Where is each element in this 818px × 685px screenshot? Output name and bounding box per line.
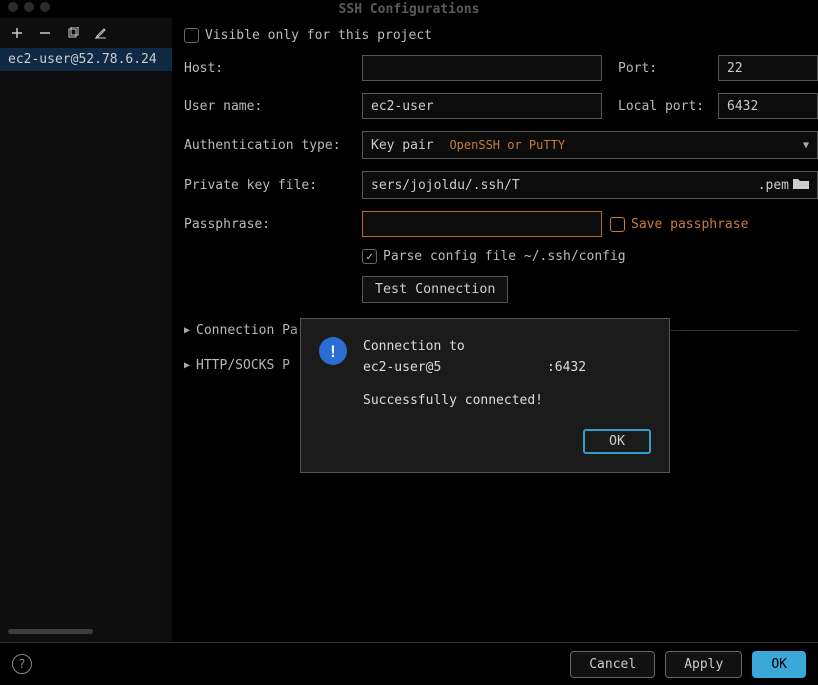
- help-icon[interactable]: ?: [12, 654, 32, 674]
- section-label: HTTP/SOCKS P: [196, 358, 290, 373]
- expand-icon: ▶: [184, 360, 190, 371]
- dialog-status: Successfully connected!: [363, 391, 586, 412]
- minimize-window-icon[interactable]: [24, 2, 34, 12]
- bottom-bar: ? Cancel Apply OK: [0, 643, 818, 685]
- private-key-label: Private key file:: [184, 178, 354, 193]
- passphrase-label: Passphrase:: [184, 217, 354, 232]
- visible-only-label: Visible only for this project: [205, 28, 432, 43]
- folder-icon[interactable]: [793, 177, 809, 193]
- port-input[interactable]: [718, 55, 818, 81]
- parse-config-checkbox[interactable]: [362, 249, 377, 264]
- edit-icon[interactable]: [94, 26, 108, 40]
- private-key-path: sers/jojoldu/.ssh/T: [371, 178, 754, 193]
- maximize-window-icon[interactable]: [40, 2, 50, 12]
- apply-button[interactable]: Apply: [665, 651, 742, 678]
- window-controls[interactable]: [8, 2, 50, 12]
- dialog-port: :6432: [547, 360, 586, 375]
- visible-only-checkbox[interactable]: [184, 28, 199, 43]
- remove-icon[interactable]: [38, 26, 52, 40]
- sidebar-item-label: ec2-user@52.78.6.24: [8, 52, 157, 67]
- auth-type-select[interactable]: Key pair OpenSSH or PuTTY ▼: [362, 131, 818, 159]
- sidebar: ec2-user@52.78.6.24: [0, 18, 172, 642]
- port-label: Port:: [610, 61, 710, 76]
- dialog-ok-button[interactable]: OK: [583, 429, 651, 454]
- info-icon: !: [319, 337, 347, 365]
- username-input[interactable]: [362, 93, 602, 119]
- title-bar: SSH Configurations: [0, 0, 818, 18]
- private-key-field[interactable]: sers/jojoldu/.ssh/T .pem: [362, 171, 818, 199]
- host-input[interactable]: [362, 55, 602, 81]
- save-passphrase-checkbox[interactable]: [610, 217, 625, 232]
- test-connection-button[interactable]: Test Connection: [362, 276, 508, 303]
- passphrase-input[interactable]: [362, 211, 602, 237]
- local-port-input[interactable]: [718, 93, 818, 119]
- parse-config-label: Parse config file ~/.ssh/config: [383, 249, 626, 264]
- scrollbar[interactable]: [8, 629, 93, 634]
- auth-type-hint: OpenSSH or PuTTY: [449, 138, 565, 152]
- ok-button[interactable]: OK: [752, 651, 806, 678]
- private-key-ext: .pem: [758, 178, 789, 193]
- auth-type-value: Key pair: [371, 138, 434, 153]
- dialog-line1: Connection to: [363, 337, 586, 358]
- window-title: SSH Configurations: [339, 2, 480, 17]
- connection-result-dialog: ! Connection to ec2-user@5 :6432 Success…: [300, 318, 670, 473]
- host-label: Host:: [184, 61, 354, 76]
- expand-icon: ▶: [184, 325, 190, 336]
- auth-type-label: Authentication type:: [184, 138, 354, 153]
- local-port-label: Local port:: [610, 99, 710, 114]
- add-icon[interactable]: [10, 26, 24, 40]
- cancel-button[interactable]: Cancel: [570, 651, 655, 678]
- username-label: User name:: [184, 99, 354, 114]
- dialog-user: ec2-user@5: [363, 360, 441, 375]
- save-passphrase-label: Save passphrase: [631, 217, 748, 232]
- chevron-down-icon: ▼: [803, 140, 809, 151]
- copy-icon[interactable]: [66, 26, 80, 40]
- close-window-icon[interactable]: [8, 2, 18, 12]
- sidebar-item-config[interactable]: ec2-user@52.78.6.24: [0, 48, 172, 71]
